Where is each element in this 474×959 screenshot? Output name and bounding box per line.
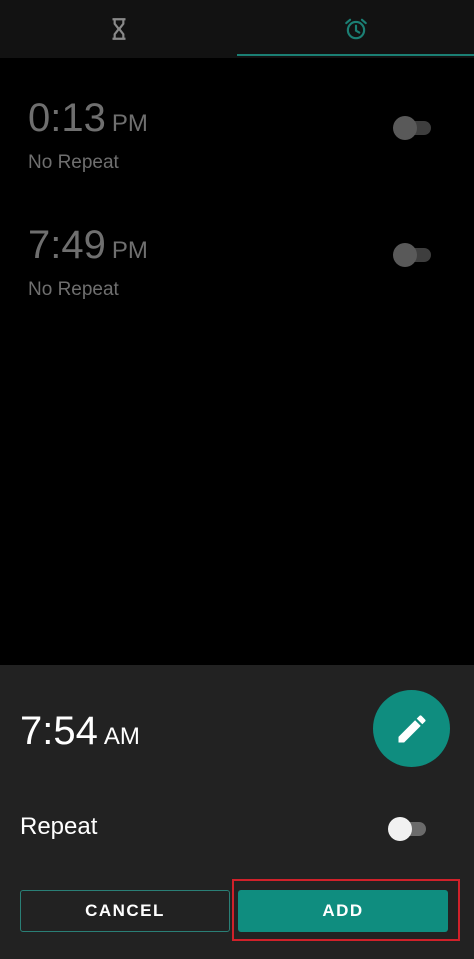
alarm-repeat-text: No Repeat bbox=[28, 279, 119, 300]
repeat-label: Repeat bbox=[20, 813, 98, 840]
pencil-icon bbox=[398, 714, 426, 742]
alarm-item-2[interactable]: 7:49 PM No Repeat bbox=[28, 223, 448, 313]
alarm-item-1[interactable]: 0:13 PM No Repeat bbox=[28, 96, 448, 186]
new-alarm-time-value: 7:54 bbox=[20, 709, 98, 753]
new-alarm-sheet: 7:54 AM Repeat CANCEL ADD bbox=[0, 665, 474, 959]
alarm-repeat-text: No Repeat bbox=[28, 152, 119, 173]
alarm-toggle[interactable] bbox=[393, 116, 433, 140]
alarm-ampm: PM bbox=[111, 110, 148, 137]
new-alarm-time[interactable]: 7:54 AM bbox=[20, 709, 140, 759]
alarm-time: 7:49 PM bbox=[28, 223, 448, 273]
alarm-clock-icon bbox=[344, 18, 367, 40]
toggle-knob bbox=[393, 116, 417, 140]
alarm-ampm: PM bbox=[111, 237, 148, 264]
alarm-time: 0:13 PM bbox=[28, 96, 448, 146]
new-alarm-ampm: AM bbox=[103, 723, 140, 750]
toggle-knob bbox=[388, 817, 412, 841]
repeat-toggle[interactable] bbox=[388, 817, 428, 841]
cancel-button[interactable]: CANCEL bbox=[20, 890, 230, 932]
alarm-time-value: 7:49 bbox=[28, 223, 106, 267]
edit-time-button[interactable] bbox=[373, 690, 450, 767]
hourglass-icon bbox=[112, 18, 125, 40]
tab-bar bbox=[0, 0, 474, 58]
alarm-time-value: 0:13 bbox=[28, 96, 106, 140]
tab-alarm[interactable] bbox=[237, 0, 474, 58]
tab-timer[interactable] bbox=[0, 0, 237, 58]
toggle-knob bbox=[393, 243, 417, 267]
add-button-highlight bbox=[232, 879, 460, 941]
alarm-toggle[interactable] bbox=[393, 243, 433, 267]
